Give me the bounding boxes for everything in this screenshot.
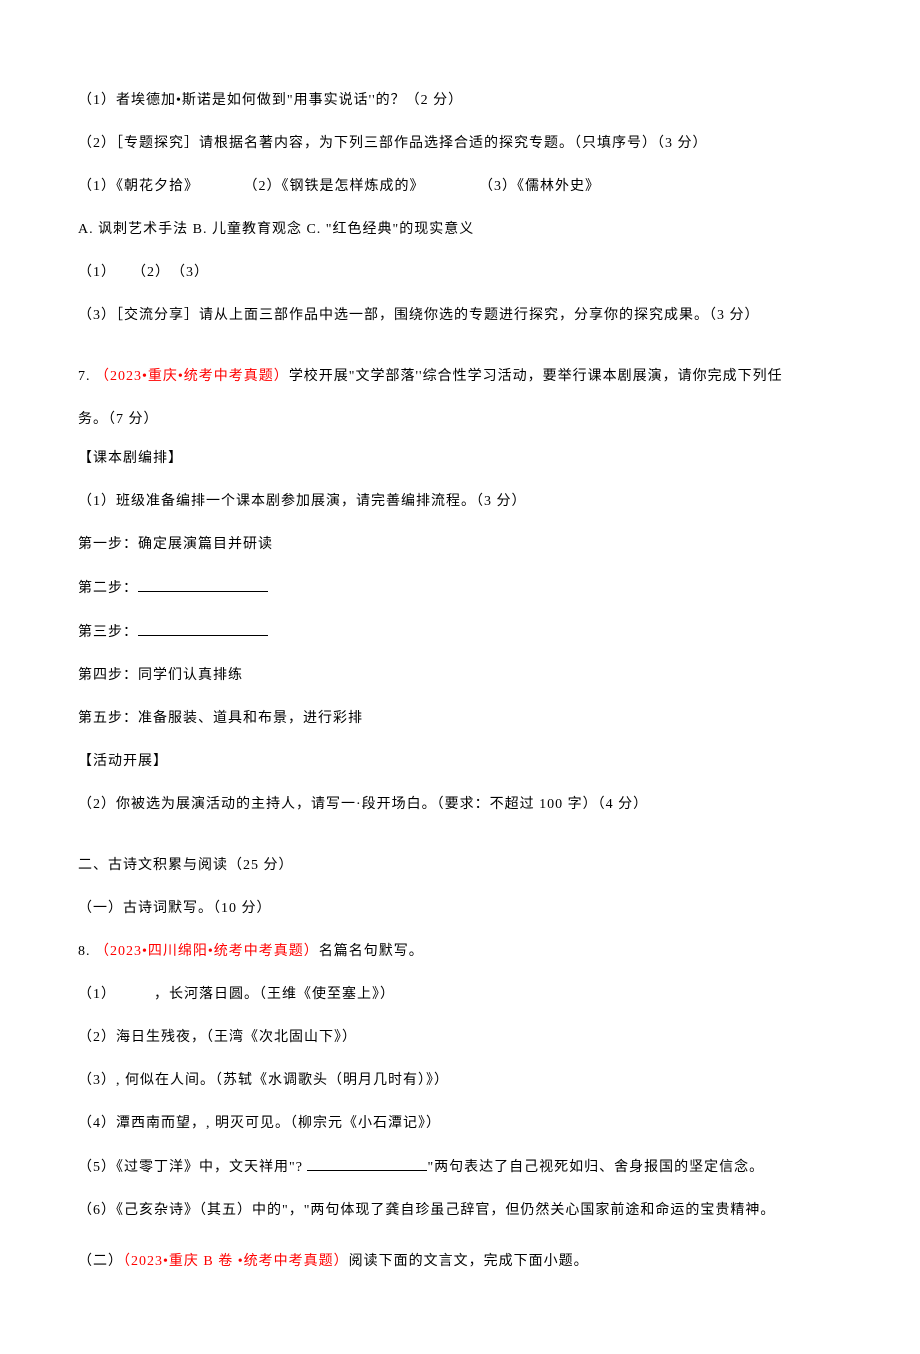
step-label: 第三步： [78,625,138,640]
question-number: 7. [78,369,95,384]
step-label: 第二步： [78,581,138,596]
poem-line: （3）, 何似在人间。（苏轼《水调歌头（明月几时有）》） [78,1070,845,1091]
step-line: 第二步： [78,577,845,599]
poem-text: "两句表达了自己视死如归、舍身报国的坚定信念。 [427,1160,764,1175]
text-line: （1）《朝花夕拾》 （2）《钢铁是怎样炼成的》 （3）《儒林外史》 [78,176,845,197]
step-line: 第一步：确定展演篇目并研读 [78,534,845,555]
text-line: 务。（7 分） [78,409,845,430]
poem-line: （2）海日生残夜，（王湾《次北固山下》） [78,1027,845,1048]
poem-line: （1） ，长河落日圆。（王维《使至塞上》） [78,984,845,1005]
text-line: （1）者埃德加•斯诺是如何做到"用事实说话''的？（2 分） [78,90,845,111]
source-tag: （2023•四川绵阳•统考中考真题） [95,944,319,959]
poem-text: （5）《过零丁洋》中，文天祥用"? [78,1160,307,1175]
option-1: （1）《朝花夕拾》 [78,179,199,194]
part-header: 二、古诗文积累与阅读（25 分） [78,855,845,876]
step-line: 第三步： [78,621,845,643]
text-line: （3）［交流分享］请从上面三部作品中选一部，围绕你选的专题进行探究，分享你的探究… [78,305,845,326]
text-line: （2）你被选为展演活动的主持人，请写一·段开场白。（要求：不超过 100 字）（… [78,794,845,815]
question-7: 7. （2023•重庆•统考中考真题）学校开展"文学部落''综合性学习活动，要举… [78,366,845,387]
step-line: 第四步：同学们认真排练 [78,665,845,686]
fill-blank[interactable] [138,577,268,592]
text-line: （1） （2） （3） [78,262,845,283]
subpart-label: （二） [78,1254,123,1269]
question-text: 学校开展"文学部落''综合性学习活动，要举行课本剧展演，请你完成下列任 [289,369,783,384]
question-text: 名篇名句默写。 [319,944,424,959]
subpart-header: （一）古诗词默写。（10 分） [78,898,845,919]
question-number: 8. [78,944,95,959]
source-tag: （2023•重庆•统考中考真题） [95,369,289,384]
fill-blank[interactable] [307,1156,427,1171]
text-line: （1）班级准备编排一个课本剧参加展演，请完善编排流程。（3 分） [78,491,845,512]
document-page: （1）者埃德加•斯诺是如何做到"用事实说话''的？（2 分） （2）［专题探究］… [0,0,920,1354]
poem-line: （6）《己亥杂诗》（其五）中的"，"两句体现了龚自珍虽己辞官，但仍然关心国家前途… [78,1200,845,1221]
step-line: 第五步：准备服装、道具和布景，进行彩排 [78,708,845,729]
option-2: （2）《钢铁是怎样炼成的》 [244,179,425,194]
section-header: 【活动开展】 [78,751,845,772]
option-3: （3）《儒林外史》 [479,179,600,194]
poem-line: （4）潭西南而望，, 明灭可见。（柳宗元《小石潭记》） [78,1113,845,1134]
text-line: （2）［专题探究］请根据名著内容，为下列三部作品选择合适的探究专题。（只填序号）… [78,133,845,154]
poem-line: （5）《过零丁洋》中，文天祥用"? "两句表达了自己视死如归、舍身报国的坚定信念… [78,1156,845,1178]
fill-blank[interactable] [138,621,268,636]
section-header: 【课本剧编排】 [78,448,845,469]
subpart-text: 阅读下面的文言文，完成下面小题。 [349,1254,589,1269]
text-line: A. 讽刺艺术手法 B. 儿童教育观念 C. "红色经典"的现实意义 [78,219,845,240]
source-tag: （2023•重庆 B 卷 •统考中考真题） [123,1254,349,1269]
subpart-2: （二）（2023•重庆 B 卷 •统考中考真题）阅读下面的文言文，完成下面小题。 [78,1251,845,1272]
question-8: 8. （2023•四川绵阳•统考中考真题）名篇名句默写。 [78,941,845,962]
